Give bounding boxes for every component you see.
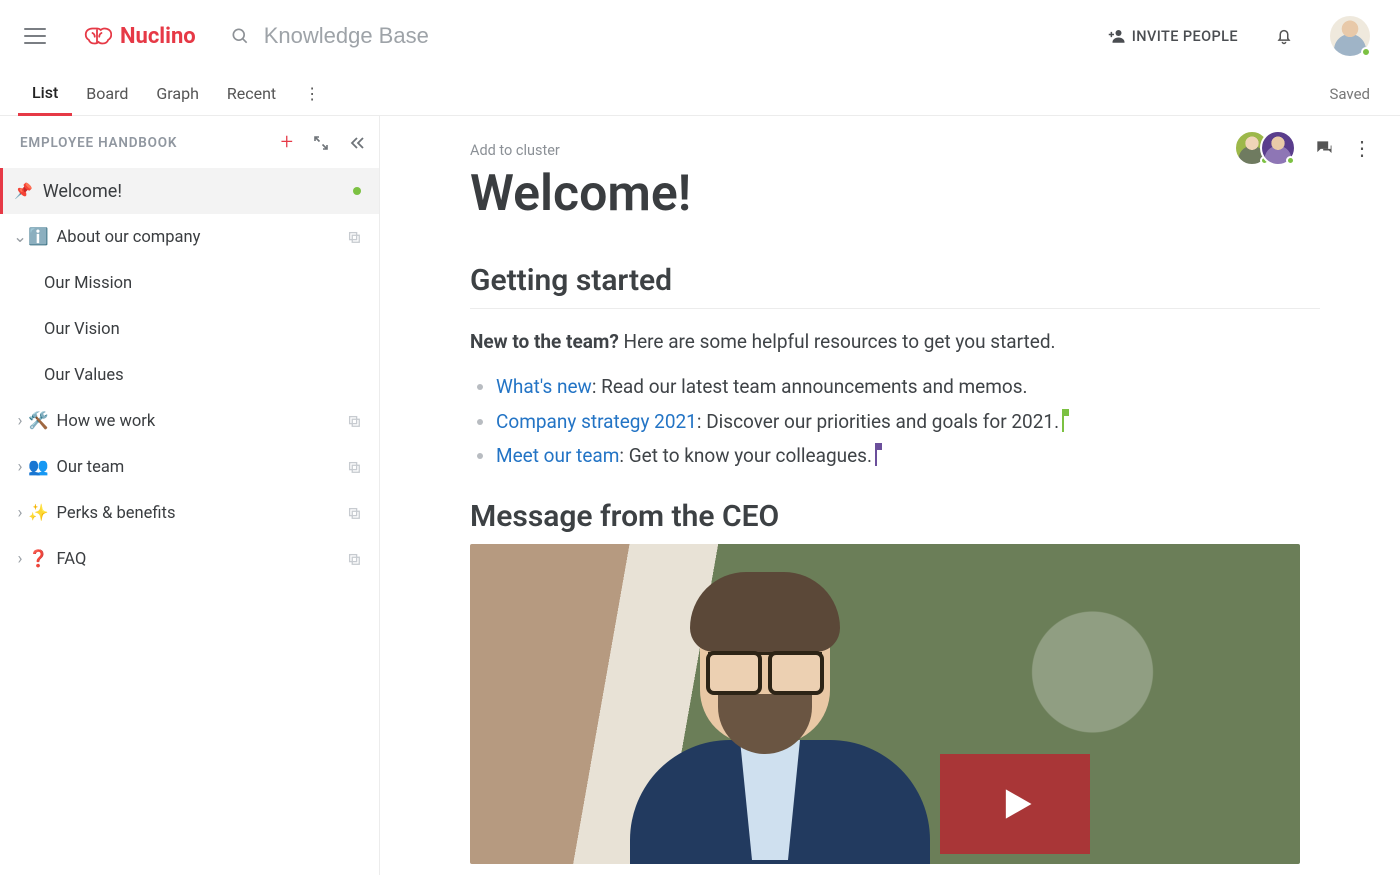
section-getting-started: Getting started — [470, 263, 1320, 309]
chevron-right-icon: › — [14, 412, 26, 431]
list-item: Meet our team: Get to know your colleagu… — [496, 439, 1320, 473]
document-area: ⋮ Add to cluster Welcome! Getting starte… — [380, 116, 1400, 875]
page-title: Welcome! — [470, 165, 1320, 223]
collaborator-avatars[interactable] — [1234, 130, 1296, 166]
invite-people-button[interactable]: INVITE PEOPLE — [1108, 27, 1238, 45]
tab-list[interactable]: List — [18, 73, 72, 116]
tab-label: List — [32, 83, 58, 102]
info-icon: ℹ️ — [28, 228, 49, 247]
list-item-rest: : Read our latest team announcements and… — [592, 375, 1028, 398]
save-status: Saved — [1329, 85, 1370, 103]
collapse-sidebar-icon[interactable] — [349, 135, 365, 151]
search-input[interactable] — [262, 22, 662, 50]
ceo-video[interactable] — [470, 544, 1300, 864]
more-icon[interactable]: ⋮ — [1352, 138, 1372, 158]
sidebar-item-how-we-work[interactable]: › 🛠️ How we work — [0, 398, 379, 444]
tab-label: Recent — [227, 84, 276, 103]
sidebar-item-label: Our Vision — [44, 320, 120, 339]
brain-icon — [82, 25, 112, 47]
chevron-right-icon: › — [14, 504, 26, 523]
sidebar-item-perks[interactable]: › ✨ Perks & benefits — [0, 490, 379, 536]
user-avatar[interactable] — [1330, 16, 1370, 56]
tab-board[interactable]: Board — [72, 72, 142, 115]
sidebar-item-label: How we work — [57, 412, 156, 431]
sidebar-item-label: Welcome! — [43, 181, 122, 202]
sidebar-item-label: Our Values — [44, 366, 124, 385]
sidebar-item-mission[interactable]: Our Mission — [0, 260, 379, 306]
chevron-right-icon: › — [14, 550, 26, 569]
active-dot-icon — [353, 187, 361, 195]
sidebar-item-welcome[interactable]: 📌 Welcome! — [0, 168, 379, 214]
sidebar-item-label: Our Mission — [44, 274, 132, 293]
sidebar-title: EMPLOYEE HANDBOOK — [20, 135, 177, 151]
sidebar-item-values[interactable]: Our Values — [0, 352, 379, 398]
add-to-cluster-button[interactable]: Add to cluster — [470, 142, 1320, 159]
sidebar-item-label: Perks & benefits — [57, 504, 176, 523]
link-meet-team[interactable]: Meet our team — [496, 444, 619, 467]
play-button[interactable] — [940, 754, 1090, 854]
brand[interactable]: Nuclino — [82, 24, 196, 49]
section-ceo-message: Message from the CEO — [470, 499, 1320, 534]
pin-icon: 📌 — [14, 182, 33, 200]
sidebar-item-label: About our company — [57, 228, 201, 247]
add-item-icon[interactable]: + — [281, 132, 293, 154]
sidebar-item-our-team[interactable]: › 👥 Our team — [0, 444, 379, 490]
sidebar: EMPLOYEE HANDBOOK + 📌 Welcome! ⌄ ℹ️ A — [0, 116, 380, 875]
brand-name: Nuclino — [120, 24, 196, 49]
tab-graph[interactable]: Graph — [142, 72, 213, 115]
sparkles-icon: ✨ — [28, 504, 49, 523]
sidebar-item-label: Our team — [57, 458, 125, 477]
portrait-illustration — [590, 544, 950, 864]
tools-icon: 🛠️ — [28, 412, 49, 431]
tabs-overflow-icon[interactable]: ⋮ — [300, 84, 324, 103]
chevron-down-icon: ⌄ — [14, 227, 26, 247]
copy-icon[interactable] — [347, 230, 361, 244]
notifications-icon[interactable] — [1274, 25, 1294, 47]
collab-cursor-icon — [1062, 410, 1064, 432]
presence-indicator — [1361, 47, 1371, 57]
copy-icon[interactable] — [347, 506, 361, 520]
search-icon — [230, 26, 250, 46]
collaborator-avatar[interactable] — [1260, 130, 1296, 166]
sidebar-item-faq[interactable]: › ❓ FAQ — [0, 536, 379, 582]
chevron-right-icon: › — [14, 458, 26, 477]
comments-icon[interactable] — [1314, 138, 1334, 158]
copy-icon[interactable] — [347, 552, 361, 566]
presence-indicator — [1286, 156, 1295, 165]
sidebar-item-vision[interactable]: Our Vision — [0, 306, 379, 352]
tab-label: Board — [86, 84, 128, 103]
copy-icon[interactable] — [347, 414, 361, 428]
copy-icon[interactable] — [347, 460, 361, 474]
list-item-rest: : Get to know your colleagues. — [619, 444, 872, 467]
play-icon — [993, 782, 1037, 826]
list-item: Company strategy 2021: Discover our prio… — [496, 405, 1320, 439]
expand-icon[interactable] — [313, 135, 329, 151]
intro-bold: New to the team? — [470, 330, 619, 353]
collab-cursor-icon — [875, 444, 877, 466]
list-item: What's new: Read our latest team announc… — [496, 370, 1320, 404]
view-tabs: List Board Graph Recent ⋮ Saved — [0, 72, 1400, 116]
intro-paragraph: New to the team? Here are some helpful r… — [470, 327, 1320, 356]
invite-label: INVITE PEOPLE — [1132, 28, 1238, 45]
people-icon: 👥 — [28, 458, 49, 477]
hamburger-icon[interactable] — [24, 28, 46, 44]
list-item-rest: : Discover our priorities and goals for … — [697, 410, 1059, 433]
resource-list: What's new: Read our latest team announc… — [470, 370, 1320, 473]
sidebar-item-label: FAQ — [57, 550, 87, 569]
link-whats-new[interactable]: What's new — [496, 375, 592, 398]
tab-label: Graph — [156, 84, 199, 103]
tab-recent[interactable]: Recent — [213, 72, 290, 115]
sidebar-item-about[interactable]: ⌄ ℹ️ About our company — [0, 214, 379, 260]
intro-rest: Here are some helpful resources to get y… — [619, 330, 1056, 353]
link-company-strategy[interactable]: Company strategy 2021 — [496, 410, 697, 433]
question-icon: ❓ — [28, 550, 49, 569]
invite-person-icon — [1108, 27, 1126, 45]
